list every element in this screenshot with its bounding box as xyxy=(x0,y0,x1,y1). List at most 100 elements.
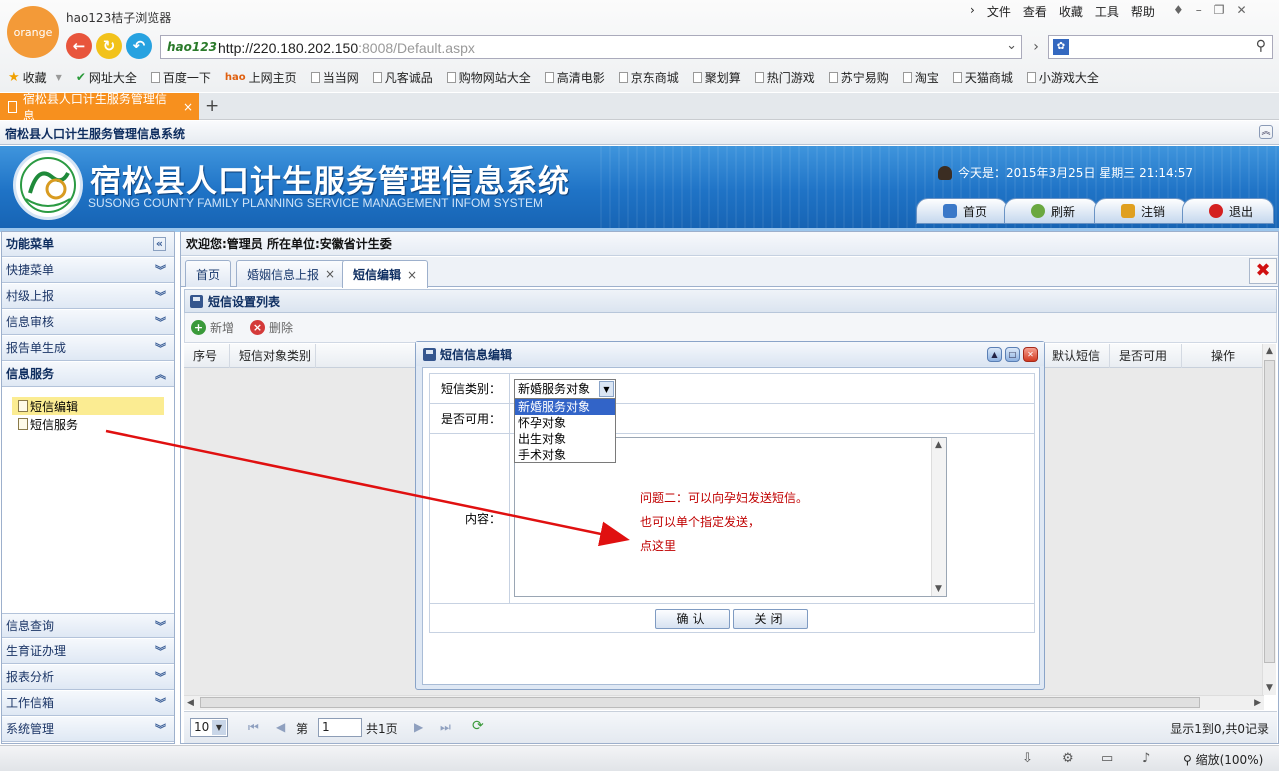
close-button[interactable]: 关闭 xyxy=(733,609,808,629)
confirm-button[interactable]: 确认 xyxy=(655,609,730,629)
bookmark-item[interactable]: 小游戏大全 xyxy=(1026,69,1099,86)
download-icon[interactable]: ⇩ xyxy=(1022,751,1033,766)
type-select[interactable]: 新婚服务对象 ▼ xyxy=(514,379,616,399)
close-all-tabs-icon[interactable]: ✖ xyxy=(1249,258,1277,284)
scroll-up-icon[interactable]: ▲ xyxy=(1266,346,1273,356)
type-option[interactable]: 怀孕对象 xyxy=(515,415,615,431)
menu-arrow-icon[interactable]: › xyxy=(970,3,975,20)
scroll-down-icon[interactable]: ▼ xyxy=(935,584,942,594)
menu-help[interactable]: 帮助 xyxy=(1131,3,1155,20)
home-back-icon[interactable]: ↶ xyxy=(126,33,152,59)
type-option[interactable]: 新婚服务对象 xyxy=(515,399,615,415)
bookmark-item[interactable]: 当当网 xyxy=(310,69,359,86)
horizontal-scrollbar[interactable]: ◀ ▶ xyxy=(184,695,1264,710)
close-icon[interactable]: ✕ xyxy=(1237,3,1247,17)
bookmark-item[interactable]: 淘宝 xyxy=(902,69,939,86)
maximize-icon[interactable]: □ xyxy=(1005,347,1020,362)
collapse-up-icon[interactable]: ︽ xyxy=(1259,125,1273,139)
close-icon[interactable]: × xyxy=(407,268,417,282)
bookmark-item[interactable]: 百度一下 xyxy=(150,69,211,86)
bookmark-item[interactable]: 高清电影 xyxy=(544,69,605,86)
zoom-level[interactable]: ⚲ 缩放(100%) xyxy=(1183,751,1263,768)
nav-home-button[interactable]: 首页 xyxy=(916,198,1008,224)
back-icon[interactable]: ← xyxy=(66,33,92,59)
bookmark-item[interactable]: hao 上网主页 xyxy=(225,69,297,86)
sidebar-group[interactable]: 快捷菜单 ︾ xyxy=(2,258,174,283)
screen-icon[interactable]: ▭ xyxy=(1101,751,1113,766)
page-size-select[interactable]: 10 ▼ xyxy=(190,718,228,737)
sidebar-group[interactable]: 报表分析 ︾ xyxy=(2,665,174,690)
sidebar-group[interactable]: 信息审核 ︾ xyxy=(2,310,174,335)
type-option[interactable]: 出生对象 xyxy=(515,431,615,447)
tab-marriage-report[interactable]: 婚姻信息上报 × xyxy=(236,260,347,287)
bookmark-item[interactable]: 京东商城 xyxy=(618,69,679,86)
menu-file[interactable]: 文件 xyxy=(987,3,1011,20)
col-actions[interactable]: 操作 xyxy=(1182,344,1264,368)
chevron-down-icon[interactable]: ▼ xyxy=(56,73,62,82)
new-tab-icon[interactable]: + xyxy=(205,96,219,116)
bookmark-item[interactable]: 凡客诚品 xyxy=(372,69,433,86)
sidebar-group[interactable]: 村级上报 ︾ xyxy=(2,284,174,309)
address-url[interactable]: http://220.180.202.150:8008/Default.aspx xyxy=(218,40,475,56)
menu-favorites[interactable]: 收藏 xyxy=(1059,3,1083,20)
maximize-icon[interactable]: ❐ xyxy=(1214,3,1225,17)
bookmark-item[interactable]: ✔ 网址大全 xyxy=(76,69,137,86)
vertical-scrollbar[interactable]: ▲ ▼ xyxy=(1262,344,1276,695)
col-index[interactable]: 序号 xyxy=(184,344,230,368)
scroll-thumb[interactable] xyxy=(1264,360,1275,663)
next-page-icon[interactable]: ▶ xyxy=(414,720,423,734)
settings-icon[interactable]: ⚙ xyxy=(1062,751,1074,766)
chevron-down-icon[interactable]: ⌄ xyxy=(1006,38,1017,53)
add-button[interactable]: + 新增 xyxy=(191,319,234,336)
nav-logout-button[interactable]: 注销 xyxy=(1094,198,1188,224)
menu-view[interactable]: 查看 xyxy=(1023,3,1047,20)
search-icon[interactable]: ⚲ xyxy=(1256,38,1266,54)
scroll-down-icon[interactable]: ▼ xyxy=(1266,683,1273,693)
col-enabled[interactable]: 是否可用 xyxy=(1110,344,1182,368)
col-default-sms[interactable]: 默认短信 xyxy=(1042,344,1110,368)
scroll-right-icon[interactable]: ▶ xyxy=(1254,698,1261,708)
browser-logo[interactable]: orange xyxy=(7,6,59,58)
sidebar-group[interactable]: 生育证办理 ︾ xyxy=(2,639,174,664)
close-tab-icon[interactable]: × xyxy=(183,100,193,114)
bookmark-item[interactable]: 聚划算 xyxy=(692,69,741,86)
go-icon[interactable]: › xyxy=(1026,35,1046,59)
bookmark-favorites[interactable]: ★ 收藏 ▼ xyxy=(8,69,62,86)
close-icon[interactable]: ✕ xyxy=(1023,347,1038,362)
sidebar-group[interactable]: 报告单生成 ︾ xyxy=(2,336,174,361)
reload-icon[interactable]: ⟳ xyxy=(472,718,484,734)
prev-page-icon[interactable]: ◀ xyxy=(276,720,285,734)
nav-refresh-button[interactable]: 刷新 xyxy=(1004,198,1098,224)
sidebar-item-sms-edit[interactable]: 短信编辑 xyxy=(12,397,164,415)
bookmark-item[interactable]: 苏宁易购 xyxy=(828,69,889,86)
delete-button[interactable]: × 删除 xyxy=(250,319,293,336)
nav-exit-button[interactable]: 退出 xyxy=(1182,198,1274,224)
collapse-icon[interactable]: ▲ xyxy=(987,347,1002,362)
type-option[interactable]: 手术对象 xyxy=(515,447,615,463)
collapse-left-icon[interactable]: « xyxy=(152,237,166,251)
page-input[interactable]: 1 xyxy=(318,718,362,737)
col-type[interactable]: 短信对象类别 xyxy=(230,344,316,368)
address-bar[interactable]: hao123 http://220.180.202.150:8008/Defau… xyxy=(160,35,1022,59)
refresh-icon[interactable]: ↻ xyxy=(96,33,122,59)
tab-home[interactable]: 首页 xyxy=(185,260,232,287)
skin-icon[interactable]: ♦ xyxy=(1173,3,1184,17)
textarea-scrollbar[interactable]: ▲ ▼ xyxy=(931,438,946,596)
sound-icon[interactable]: ♪ xyxy=(1142,751,1150,766)
sidebar-group[interactable]: 工作信箱 ︾ xyxy=(2,691,174,716)
menu-tools[interactable]: 工具 xyxy=(1095,3,1119,20)
bookmark-item[interactable]: 热门游戏 xyxy=(754,69,815,86)
first-page-icon[interactable]: ⏮ xyxy=(248,720,259,735)
scroll-thumb[interactable] xyxy=(200,697,1200,708)
sidebar-group[interactable]: 系统管理 ︾ xyxy=(2,717,174,742)
bookmark-item[interactable]: 购物网站大全 xyxy=(446,69,531,86)
search-input[interactable]: ✿ ⚲ xyxy=(1048,35,1273,59)
sidebar-item-sms-service[interactable]: 短信服务 xyxy=(12,415,164,433)
scroll-up-icon[interactable]: ▲ xyxy=(935,440,942,450)
tab-sms-edit[interactable]: 短信编辑 × xyxy=(342,260,429,288)
browser-tab-active[interactable]: 宿松县人口计生服务管理信息 × xyxy=(0,92,199,123)
sidebar-group[interactable]: 信息查询 ︾ xyxy=(2,613,174,638)
last-page-icon[interactable]: ⏭ xyxy=(440,720,451,735)
scroll-left-icon[interactable]: ◀ xyxy=(187,698,194,708)
bookmark-item[interactable]: 天猫商城 xyxy=(952,69,1013,86)
